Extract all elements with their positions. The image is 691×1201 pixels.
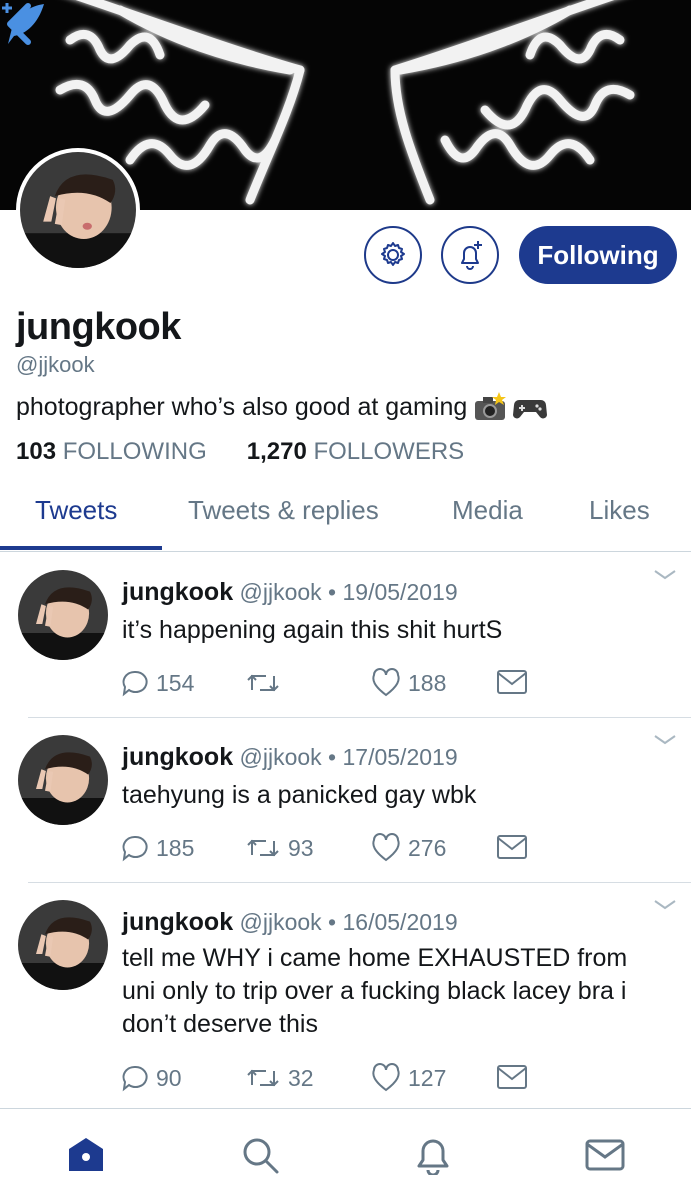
chevron-down-icon[interactable] [652,898,678,912]
mail-icon[interactable] [585,1135,625,1175]
tweet-text: it’s happening again this shit hurtS [122,616,503,644]
bio-text: photographer who’s also good at gaming [16,392,468,421]
heart-icon [372,668,400,697]
like-button[interactable]: 188 [370,668,446,698]
tweet-actions: 90 32 127 [120,1063,540,1097]
tweet-meta: jungkook @jjkook • 16/05/2019 [122,908,458,936]
tweet-meta: jungkook @jjkook • 17/05/2019 [122,743,458,771]
tweet-item[interactable]: jungkook @jjkook • 19/05/2019 it’s happe… [0,552,691,717]
profile-handle: @jjkook [16,352,95,377]
profile-tabs: Tweets Tweets & replies Media Likes [0,485,691,552]
tab-likes[interactable]: Likes [589,495,650,526]
retweet-button[interactable]: 32 [244,1063,314,1093]
retweet-icon [247,1069,279,1087]
tweet-actions: 154 188 [120,668,540,702]
retweet-button[interactable]: 93 [244,833,314,863]
avatar-photo [20,152,136,268]
message-button[interactable] [496,833,528,861]
heart-icon [372,1063,400,1092]
game-controller-emoji [513,400,548,419]
like-button[interactable]: 276 [370,833,446,863]
following-button[interactable]: Following [519,226,677,284]
mail-icon [497,1065,527,1089]
retweet-icon [247,839,279,857]
tweet-avatar[interactable] [18,735,108,825]
profile-avatar[interactable] [16,148,140,272]
reply-button[interactable]: 154 [120,668,194,698]
gear-icon [381,242,405,266]
retweet-icon [247,674,279,692]
settings-button[interactable] [364,226,422,284]
mail-icon [497,670,527,694]
reply-button[interactable]: 185 [120,833,194,863]
tweet-avatar[interactable] [18,900,108,990]
reply-icon [122,1065,148,1092]
followers-stat[interactable]: 1,270 FOLLOWERS [247,438,464,466]
notifications-toggle-button[interactable] [441,226,499,284]
reply-button[interactable]: 90 [120,1063,182,1093]
avatar-photo [18,900,108,990]
tweet-text: taehyung is a panicked gay wbk [122,781,477,809]
tweet-avatar[interactable] [18,570,108,660]
profile-stats: 103 FOLLOWING 1,270 FOLLOWERS [16,438,464,466]
tweet-item[interactable]: jungkook @jjkook • 17/05/2019 taehyung i… [0,718,691,882]
search-icon[interactable] [240,1135,280,1175]
home-icon[interactable] [66,1135,106,1175]
tab-tweets-replies[interactable]: Tweets & replies [188,495,379,526]
bell-plus-icon [461,241,482,270]
compose-feather-icon[interactable] [0,0,48,48]
tab-media[interactable]: Media [452,495,523,526]
like-button[interactable]: 127 [370,1063,446,1093]
profile-bio: photographer who’s also good at gaming [16,392,548,422]
reply-icon [122,670,148,697]
mail-icon [497,835,527,859]
bell-icon[interactable] [413,1135,453,1175]
active-tab-indicator [0,546,162,550]
avatar-photo [18,570,108,660]
chevron-down-icon[interactable] [652,568,678,582]
tweet-text: tell me WHY i came home EXHAUSTED from u… [122,944,628,1038]
tweet-item[interactable]: jungkook @jjkook • 16/05/2019 tell me WH… [0,883,691,1108]
chevron-down-icon[interactable] [652,733,678,747]
tab-tweets[interactable]: Tweets [35,495,117,526]
heart-icon [372,833,400,862]
avatar-photo [18,735,108,825]
tweet-meta: jungkook @jjkook • 19/05/2019 [122,578,458,606]
bottom-nav-bar [0,1108,691,1201]
following-stat[interactable]: 103 FOLLOWING [16,438,207,466]
message-button[interactable] [496,1063,528,1091]
camera-flash-emoji [475,392,507,420]
tweet-actions: 185 93 276 [120,833,540,867]
profile-display-name: jungkook [16,306,181,348]
message-button[interactable] [496,668,528,696]
retweet-button[interactable] [244,668,288,698]
reply-icon [122,835,148,862]
